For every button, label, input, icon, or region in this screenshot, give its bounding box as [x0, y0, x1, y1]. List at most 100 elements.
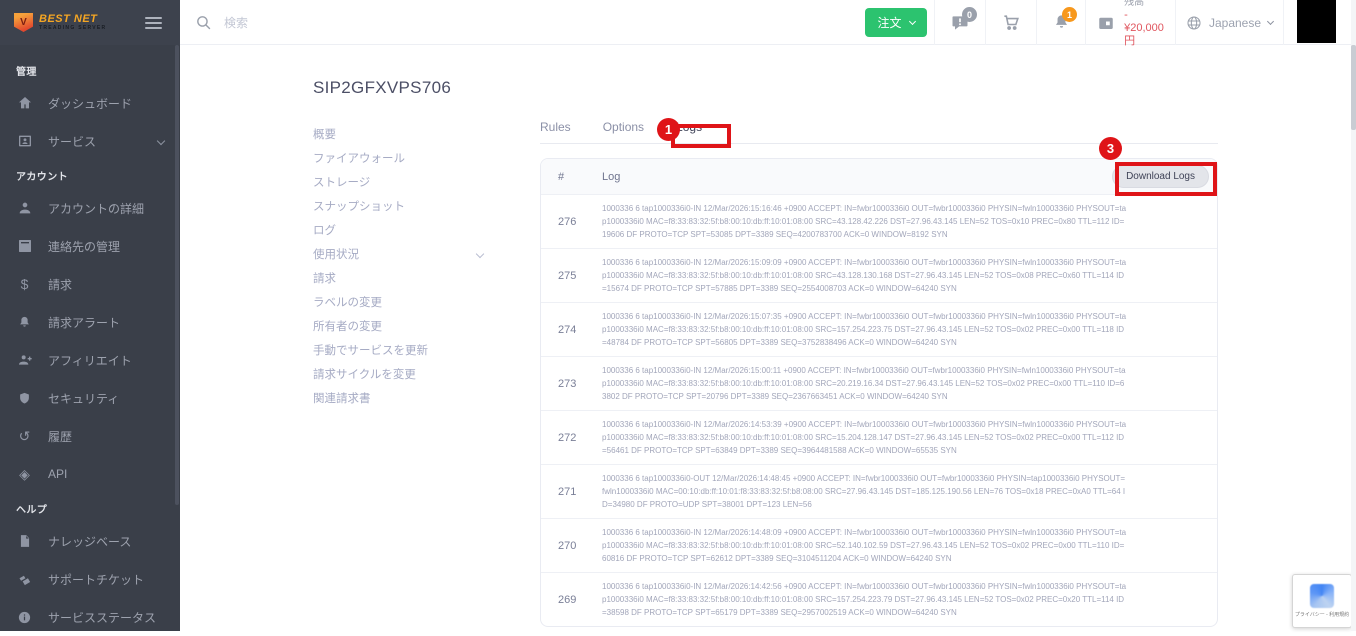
sidebar-item-security[interactable]: セキュリティ	[0, 379, 180, 417]
service-menu-overview[interactable]: 概要	[313, 122, 503, 146]
tab-logs[interactable]: Logs	[676, 120, 702, 134]
language-cell[interactable]: Japanese	[1175, 0, 1283, 45]
table-row: 276 1000336 6 tap1000336i0-IN 12/Mar/202…	[541, 195, 1217, 249]
history-icon: ↺	[18, 428, 31, 444]
column-header-number: #	[558, 170, 565, 183]
page-scrollbar-thumb[interactable]	[1351, 45, 1356, 130]
sidebar-item-label: 請求	[48, 277, 73, 292]
sidebar-item-billing-alerts[interactable]: 請求アラート	[0, 303, 180, 341]
notifications-cell[interactable]: 1	[1036, 0, 1085, 45]
info-icon	[16, 610, 33, 625]
recaptcha-badge[interactable]: プライバシー - 利用規約	[1292, 574, 1352, 628]
service-menu-snapshot[interactable]: スナップショット	[313, 194, 503, 218]
search-icon	[195, 14, 212, 31]
balance-value: -¥20,000 円	[1124, 9, 1164, 47]
tab-options[interactable]: Options	[603, 120, 644, 134]
sidebar-item-label: API	[48, 467, 68, 481]
table-header: # Log Download Logs	[541, 159, 1217, 195]
logo-shield-icon: V	[14, 13, 33, 32]
service-menu-change-billing-cycle[interactable]: 請求サイクルを変更	[313, 362, 503, 386]
logo-bar: V BEST NET TREADING SERVER	[0, 0, 180, 45]
log-row-text: 1000336 6 tap1000336i0-IN 12/Mar/2026:15…	[602, 312, 1127, 347]
service-menu-manual-renew[interactable]: 手動でサービスを更新	[313, 338, 503, 362]
wallet-icon	[1097, 14, 1115, 32]
log-row-number: 272	[558, 431, 577, 444]
table-row: 275 1000336 6 tap1000336i0-IN 12/Mar/202…	[541, 249, 1217, 303]
sidebar-item-billing[interactable]: $ 請求	[0, 265, 180, 303]
log-row-text: 1000336 6 tap1000336i0-IN 12/Mar/2026:14…	[602, 420, 1127, 455]
user-cell	[1283, 0, 1356, 45]
sidebar-item-label: 請求アラート	[48, 315, 121, 330]
sidebar-item-support-tickets[interactable]: サポートチケット	[0, 560, 180, 598]
person-icon	[16, 200, 33, 216]
table-body: 276 1000336 6 tap1000336i0-IN 12/Mar/202…	[541, 195, 1217, 626]
service-menu-billing[interactable]: 請求	[313, 266, 503, 290]
tabs: Rules Options Logs	[540, 120, 1218, 144]
search-area	[195, 0, 444, 45]
logo-line1: BEST NET	[39, 12, 98, 25]
page-scrollbar	[1351, 0, 1356, 631]
hamburger-menu-icon[interactable]	[141, 13, 166, 33]
sidebar: V BEST NET TREADING SERVER 管理 ダッシュボード サー…	[0, 0, 180, 631]
services-icon	[16, 133, 33, 149]
service-menu-usage[interactable]: 使用状況	[313, 242, 503, 266]
service-menu-storage[interactable]: ストレージ	[313, 170, 503, 194]
messages-cell[interactable]: 0	[934, 0, 985, 45]
notification-count-badge: 1	[1062, 7, 1077, 22]
document-icon	[16, 534, 33, 548]
service-menu-change-owner[interactable]: 所有者の変更	[313, 314, 503, 338]
tab-rules[interactable]: Rules	[540, 120, 571, 134]
sidebar-item-api[interactable]: ◈ API	[0, 455, 180, 493]
logo[interactable]: V BEST NET TREADING SERVER	[14, 13, 106, 32]
log-row-number: 276	[558, 215, 577, 228]
logs-table-card: # Log Download Logs 276 1000336 6 tap100…	[540, 158, 1218, 627]
sidebar-item-label: サービスステータス	[48, 610, 157, 625]
service-menu-log[interactable]: ログ	[313, 218, 503, 242]
sidebar-item-account-details[interactable]: アカウントの詳細	[0, 189, 180, 227]
order-button-label: 注文	[877, 16, 902, 30]
order-button[interactable]: 注文	[865, 8, 927, 37]
table-row: 270 1000336 6 tap1000336i0-IN 12/Mar/202…	[541, 519, 1217, 573]
cart-cell[interactable]	[985, 0, 1036, 45]
sidebar-item-dashboard[interactable]: ダッシュボード	[0, 84, 180, 122]
chevron-down-icon	[156, 136, 166, 146]
log-row-number: 271	[558, 485, 577, 498]
sidebar-scrollbar[interactable]	[175, 45, 179, 505]
service-menu-related-invoices[interactable]: 関連請求書	[313, 386, 503, 410]
sidebar-item-history[interactable]: ↺ 履歴	[0, 417, 180, 455]
recaptcha-text: プライバシー - 利用規約	[1294, 612, 1350, 618]
search-input[interactable]	[224, 15, 444, 30]
log-row-text: 1000336 6 tap1000336i0-IN 12/Mar/2026:14…	[602, 528, 1127, 563]
ticket-icon	[16, 572, 33, 587]
download-logs-button[interactable]: Download Logs	[1112, 165, 1209, 188]
table-row: 274 1000336 6 tap1000336i0-IN 12/Mar/202…	[541, 303, 1217, 357]
log-row-text: 1000336 6 tap1000336i0-IN 12/Mar/2026:15…	[602, 204, 1127, 239]
sidebar-item-label: セキュリティ	[48, 391, 120, 406]
recaptcha-icon	[1310, 584, 1334, 608]
log-row-number: 275	[558, 269, 577, 282]
sidebar-item-service-status[interactable]: サービスステータス	[0, 598, 180, 636]
balance-cell[interactable]: 残高 -¥20,000 円	[1085, 0, 1175, 47]
column-header-log: Log	[602, 170, 621, 183]
sidebar-item-contacts[interactable]: 連絡先の管理	[0, 227, 180, 265]
sidebar-item-services[interactable]: サービス	[0, 122, 180, 160]
sidebar-section-kanri: 管理	[16, 67, 37, 78]
sidebar-item-affiliate[interactable]: アフィリエイト	[0, 341, 180, 379]
redacted-user-box	[1297, 0, 1336, 43]
sidebar-item-knowledgebase[interactable]: ナレッジベース	[0, 522, 180, 560]
sidebar-item-label: サービス	[48, 134, 97, 149]
dollar-icon: $	[20, 276, 29, 292]
person-add-icon	[16, 352, 33, 368]
contact-card-icon	[16, 238, 33, 254]
page-title: SIP2GFXVPS706	[313, 78, 452, 97]
bell-icon	[16, 315, 33, 330]
cart-icon	[1002, 13, 1021, 32]
log-row-text: 1000336 6 tap1000336i0-IN 12/Mar/2026:15…	[602, 366, 1126, 401]
chevron-down-icon	[908, 17, 916, 26]
order-cell: 注文	[858, 0, 934, 45]
service-menu-firewall[interactable]: ファイアウォール	[313, 146, 503, 170]
shield-icon	[16, 391, 33, 406]
service-menu-change-label[interactable]: ラベルの変更	[313, 290, 503, 314]
table-row: 273 1000336 6 tap1000336i0-IN 12/Mar/202…	[541, 357, 1217, 411]
sidebar-item-label: ダッシュボード	[48, 96, 133, 111]
